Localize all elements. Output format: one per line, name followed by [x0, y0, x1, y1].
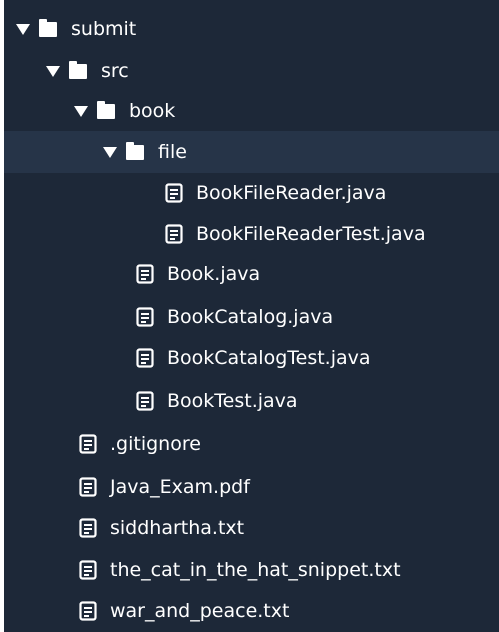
tree-item-siddhartha-txt[interactable]: siddhartha.txt — [4, 507, 499, 549]
file-icon — [79, 477, 97, 497]
tree-item-label: war_and_peace.txt — [110, 599, 290, 622]
folder-icon — [97, 100, 115, 119]
tree-item-gitignore[interactable]: .gitignore — [4, 423, 499, 465]
tree-item-bookcatalogtest-java[interactable]: BookCatalogTest.java — [4, 337, 499, 379]
folder-icon — [126, 141, 144, 160]
tree-item-booktest-java[interactable]: BookTest.java — [4, 380, 499, 422]
folder-icon — [39, 18, 57, 37]
chevron-down-icon[interactable] — [16, 23, 30, 35]
tree-item-bookfilereader-java[interactable]: BookFileReader.java — [4, 172, 499, 214]
tree-item-file[interactable]: file — [4, 131, 499, 173]
tree-item-label: submit — [71, 17, 137, 40]
file-icon — [79, 518, 97, 538]
tree-item-label: .gitignore — [110, 432, 201, 455]
tree-item-submit[interactable]: submit — [4, 8, 499, 50]
tree-item-label: BookFileReader.java — [196, 181, 387, 204]
tree-item-label: the_cat_in_the_hat_snippet.txt — [110, 558, 401, 581]
tree-item-book-java[interactable]: Book.java — [4, 253, 499, 295]
file-icon — [136, 348, 154, 368]
chevron-down-icon[interactable] — [103, 146, 117, 158]
file-icon — [165, 224, 183, 244]
tree-item-label: Book.java — [167, 262, 261, 285]
chevron-down-icon[interactable] — [74, 105, 88, 117]
tree-item-label: siddhartha.txt — [110, 516, 245, 539]
tree-item-label: file — [158, 140, 187, 163]
tree-item-java-exam-pdf[interactable]: Java_Exam.pdf — [4, 466, 499, 508]
file-icon — [165, 183, 183, 203]
file-icon — [136, 391, 154, 411]
file-icon — [79, 434, 97, 454]
tree-item-book[interactable]: book — [4, 90, 499, 132]
tree-item-bookcatalog-java[interactable]: BookCatalog.java — [4, 296, 499, 338]
file-icon — [79, 601, 97, 621]
file-icon — [136, 307, 154, 327]
tree-item-the-cat-in-the-hat-snippet-txt[interactable]: the_cat_in_the_hat_snippet.txt — [4, 549, 499, 591]
file-icon — [136, 264, 154, 284]
tree-item-label: src — [101, 59, 129, 82]
tree-item-bookfilereadertest-java[interactable]: BookFileReaderTest.java — [4, 213, 499, 255]
folder-icon — [69, 60, 87, 79]
tree-item-label: book — [129, 99, 176, 122]
chevron-down-icon[interactable] — [46, 65, 60, 77]
tree-item-label: BookTest.java — [167, 389, 298, 412]
tree-item-label: BookCatalog.java — [167, 305, 334, 328]
tree-item-label: BookFileReaderTest.java — [196, 222, 426, 245]
tree-item-src[interactable]: src — [4, 50, 499, 92]
tree-item-label: Java_Exam.pdf — [110, 475, 250, 498]
file-tree: submit src book file BookFileReader.java… — [4, 0, 499, 632]
tree-item-label: BookCatalogTest.java — [167, 346, 371, 369]
file-icon — [79, 560, 97, 580]
tree-item-war-and-peace-txt[interactable]: war_and_peace.txt — [4, 590, 499, 632]
